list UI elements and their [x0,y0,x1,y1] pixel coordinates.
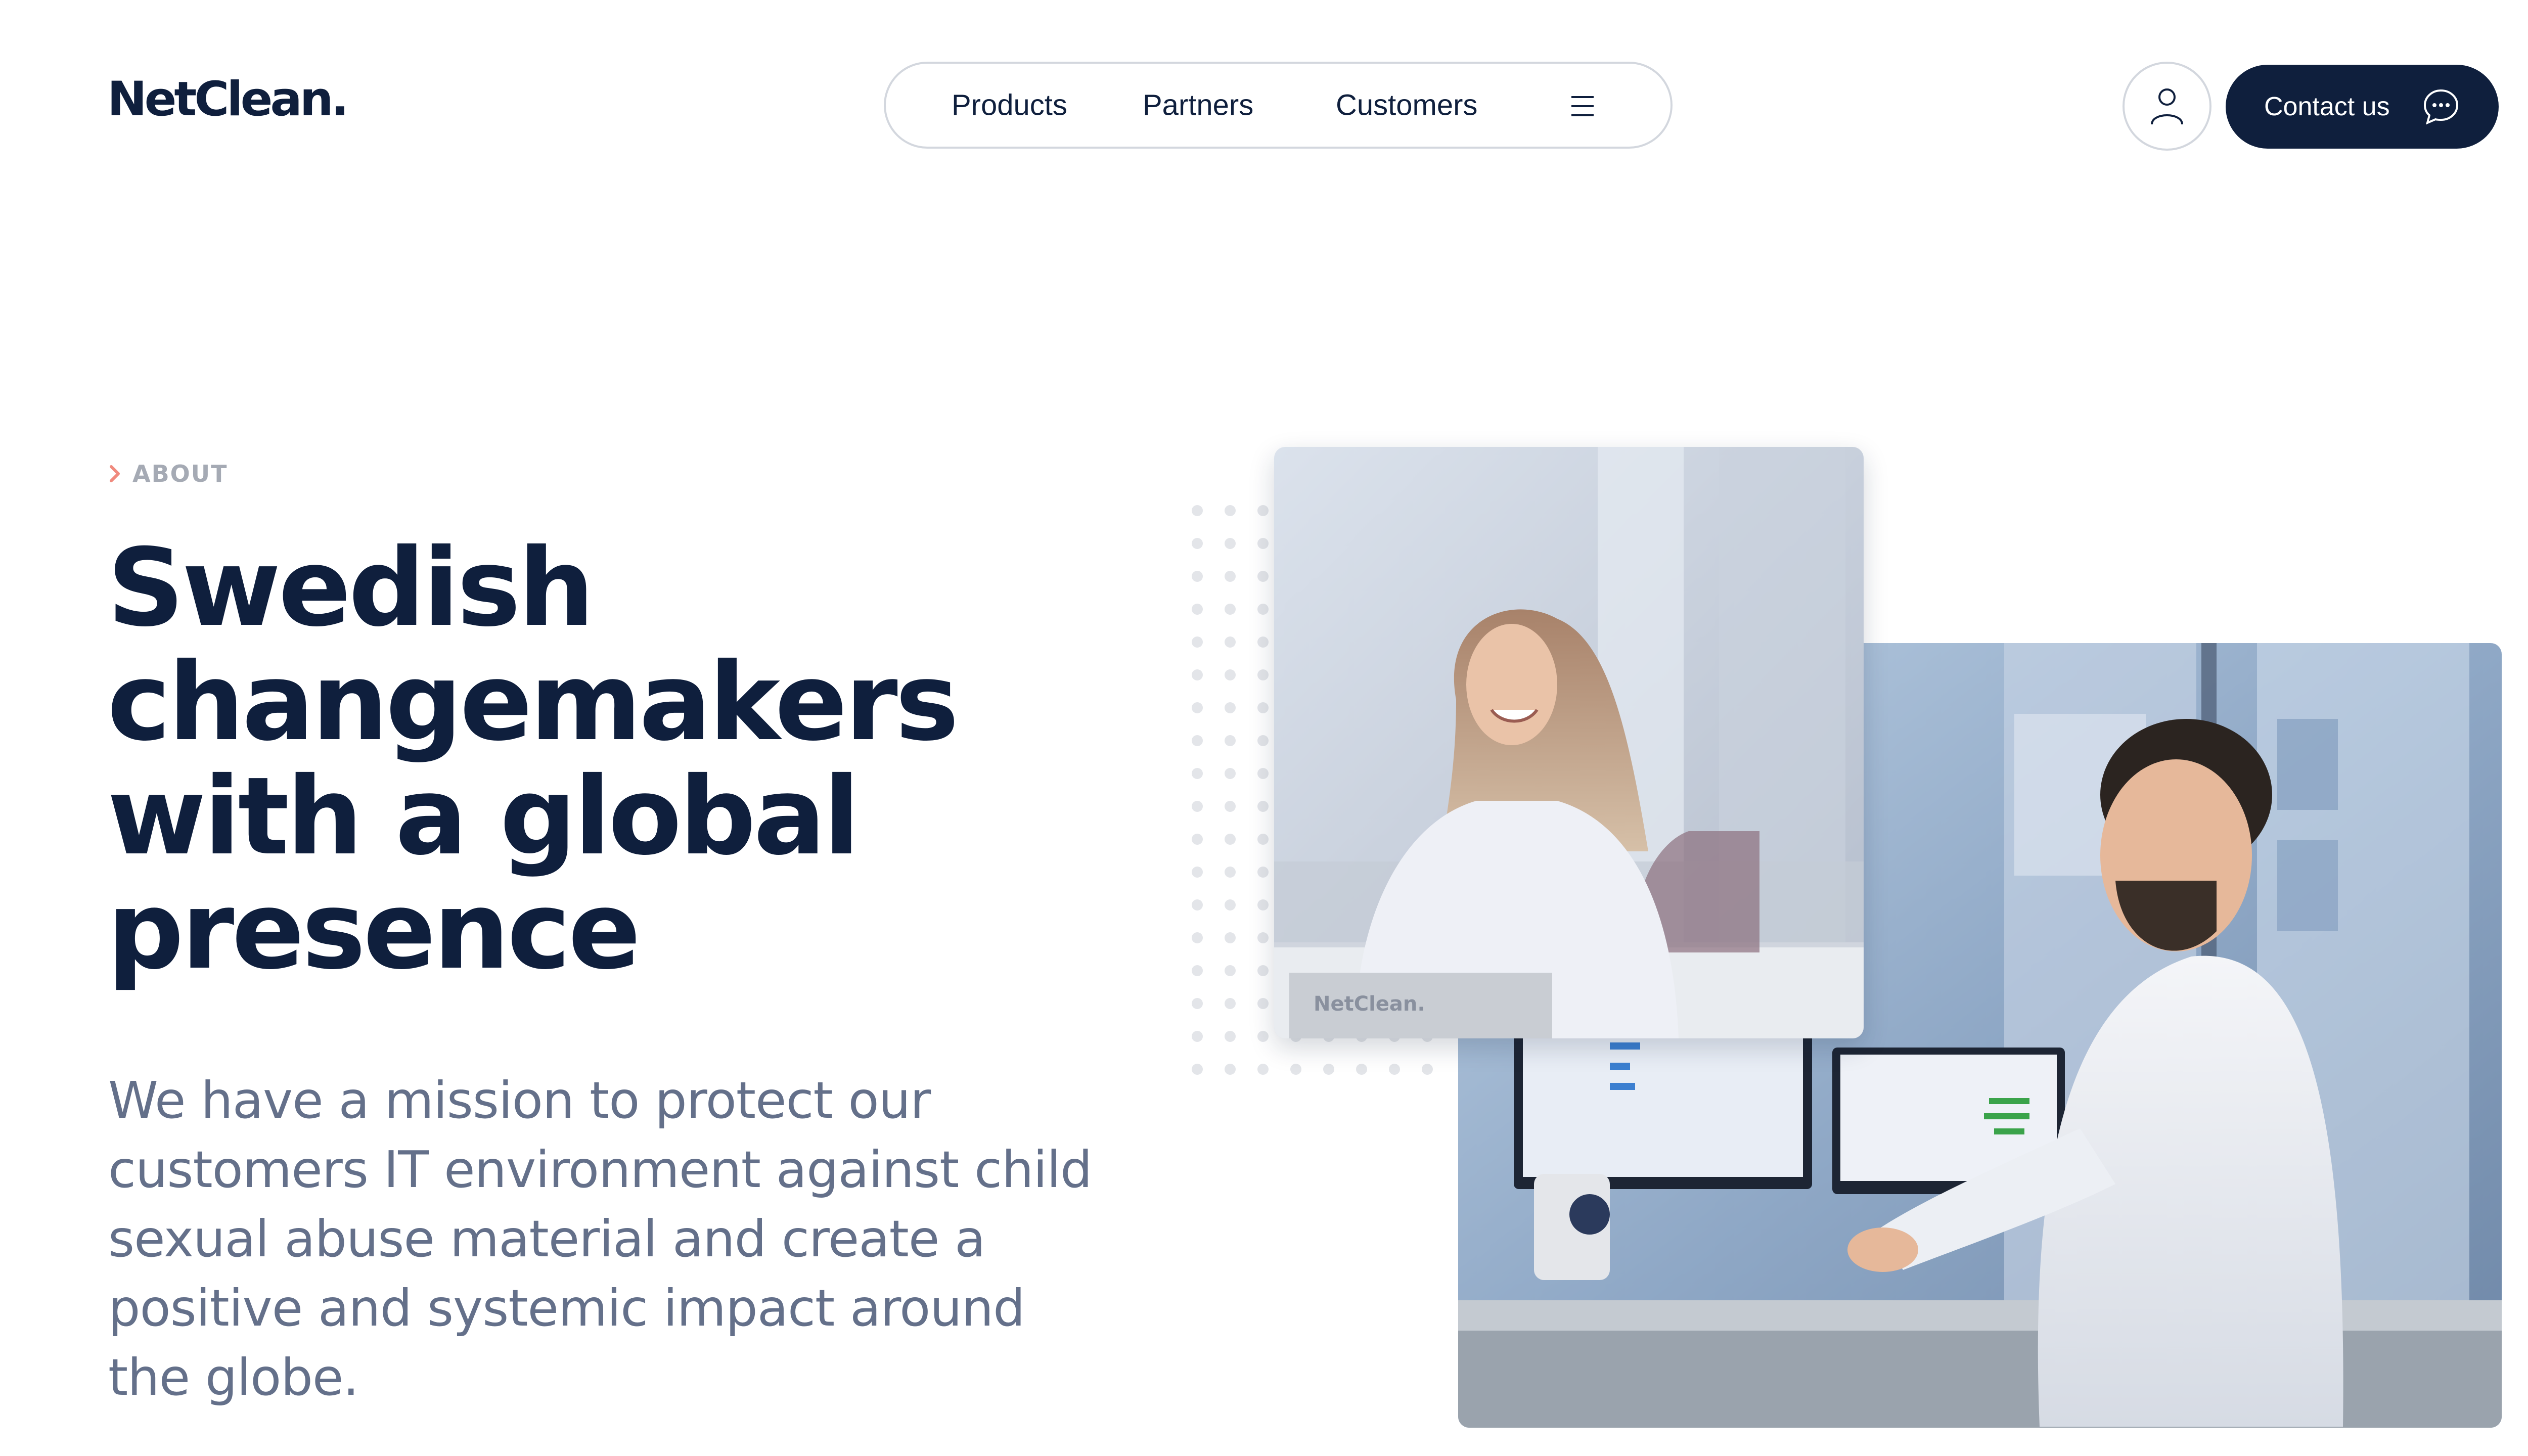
decorative-dot [1192,932,1203,943]
page: NetClean. Products Partners Customers Co… [0,0,2528,1456]
woman-smiling-photo: NetClean. [1274,447,1864,1038]
hamburger-menu-icon[interactable] [1569,93,1596,119]
nav-products-link[interactable]: Products [952,88,1067,122]
decorative-dot [1257,965,1269,976]
decorative-dot [1225,899,1236,911]
contact-us-label: Contact us [2264,92,2390,121]
decorative-dot [1257,998,1269,1009]
decorative-dot [1257,867,1269,878]
account-button[interactable] [2123,62,2211,151]
user-icon [2151,88,2183,125]
decorative-dot [1257,505,1269,516]
decorative-dot [1422,1064,1433,1075]
laptop-logo-text: NetClean. [1314,992,1425,1016]
decorative-dot [1225,669,1236,680]
decorative-dot [1257,801,1269,812]
decorative-dot [1225,636,1236,648]
chat-bubble-icon [2423,89,2459,125]
decorative-dot [1257,538,1269,549]
breadcrumb: ABOUT [108,460,228,487]
page-title: Swedish changemakers with a global prese… [107,525,959,993]
decorative-dot [1257,1031,1269,1042]
decorative-dot [1225,735,1236,746]
decorative-dot [1192,867,1203,878]
decorative-dot [1257,702,1269,713]
decorative-dot [1257,735,1269,746]
decorative-dot [1225,998,1236,1009]
decorative-dot [1257,636,1269,648]
decorative-dot [1257,899,1269,911]
decorative-dot [1225,702,1236,713]
decorative-dot [1192,505,1203,516]
decorative-dot [1225,932,1236,943]
decorative-dot [1192,768,1203,779]
decorative-dot [1192,604,1203,615]
nav-customers-link[interactable]: Customers [1336,88,1477,122]
decorative-dot [1323,1064,1334,1075]
decorative-dot [1225,571,1236,582]
contact-us-button[interactable]: Contact us [2226,65,2499,149]
decorative-dot [1225,1031,1236,1042]
decorative-dot [1290,1064,1301,1075]
decorative-dot [1257,669,1269,680]
about-eyebrow: ABOUT [132,460,228,487]
decorative-dot [1225,604,1236,615]
decorative-dot [1257,571,1269,582]
mission-statement: We have a mission to protect our custome… [108,1071,1093,1407]
decorative-dot [1192,702,1203,713]
decorative-dot [1225,834,1236,845]
decorative-dot [1192,538,1203,549]
decorative-dot [1225,801,1236,812]
nav-partners-link[interactable]: Partners [1143,88,1253,122]
main-nav: Products Partners Customers [884,62,1673,149]
decorative-dot [1225,867,1236,878]
decorative-dot [1257,932,1269,943]
decorative-dot [1225,1064,1236,1075]
decorative-dot [1356,1064,1367,1075]
decorative-dot [1192,1064,1203,1075]
decorative-dot [1225,965,1236,976]
decorative-dot [1257,604,1269,615]
decorative-dot [1225,768,1236,779]
decorative-dot [1192,571,1203,582]
decorative-dot [1389,1064,1400,1075]
decorative-dot [1225,538,1236,549]
netclean-logo[interactable]: NetClean. [107,76,349,123]
decorative-dot [1225,505,1236,516]
decorative-dot [1192,965,1203,976]
decorative-dot [1257,1064,1269,1075]
decorative-dot [1257,834,1269,845]
decorative-dot [1192,636,1203,648]
decorative-dot [1192,899,1203,911]
decorative-dot [1192,801,1203,812]
chevron-right-icon [110,465,120,482]
decorative-dot [1192,1031,1203,1042]
decorative-dot [1192,735,1203,746]
decorative-dot [1257,768,1269,779]
decorative-dot [1192,669,1203,680]
decorative-dot [1192,834,1203,845]
decorative-dot [1192,998,1203,1009]
